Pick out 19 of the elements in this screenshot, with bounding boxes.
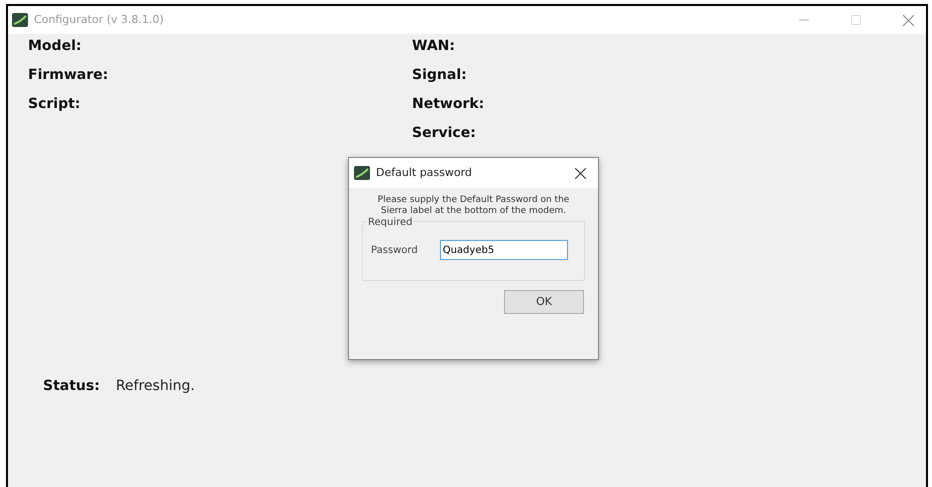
password-label: Password: [371, 244, 418, 258]
group-label: Required: [367, 215, 414, 230]
field-label: Model:: [28, 37, 82, 56]
field-label: Signal:: [412, 66, 468, 85]
field-label: Script:: [28, 95, 82, 114]
field-label: Firmware:: [28, 66, 110, 85]
dialog-message: Please supply the Default Password on the Sierra label at the bottom of the modem.: [376, 195, 570, 217]
app-icon: [12, 13, 28, 27]
status-label: Status:: [43, 377, 100, 396]
field-label: Network:: [412, 95, 484, 114]
dialog-title: Default password: [376, 164, 472, 181]
app-icon: [354, 166, 370, 180]
status-value: Refreshing.: [116, 377, 195, 396]
window-title: Configurator (v 3.8.1.0): [34, 12, 164, 28]
field-label: WAN:: [412, 37, 456, 56]
ok-button[interactable]: OK: [504, 290, 584, 314]
close-icon[interactable]: [575, 168, 586, 178]
field-label: Service:: [412, 124, 477, 143]
password-field[interactable]: Quadyeb5: [440, 240, 568, 260]
